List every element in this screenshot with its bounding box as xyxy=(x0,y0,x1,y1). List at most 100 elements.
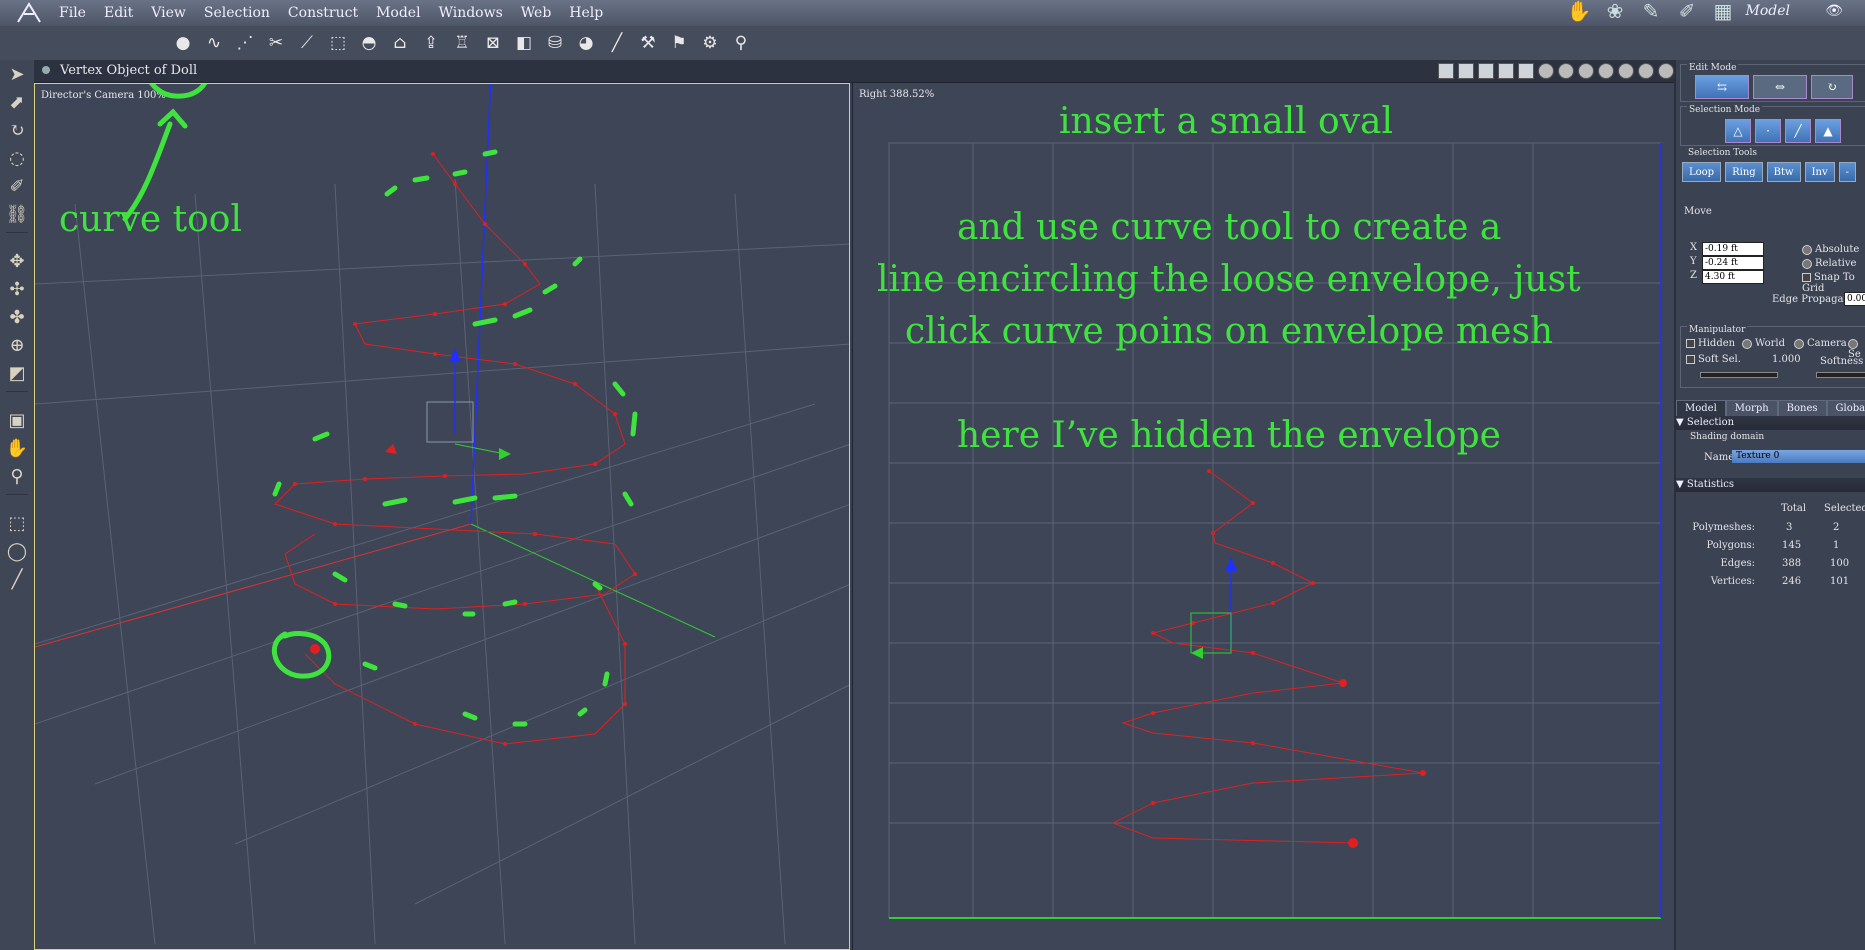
knife-icon[interactable]: ⟋ xyxy=(294,30,320,56)
minus-button[interactable]: - xyxy=(1838,162,1857,182)
layout-four-icon[interactable] xyxy=(1498,63,1514,79)
select-vertex-button[interactable]: · xyxy=(1755,119,1781,143)
display-render-icon[interactable] xyxy=(1658,63,1674,79)
menu-windows[interactable]: Windows xyxy=(430,3,512,23)
world-radio[interactable]: World xyxy=(1742,338,1785,349)
chain-icon[interactable]: ⛓ xyxy=(0,200,34,228)
soft-slider[interactable] xyxy=(1700,372,1778,378)
menu-web[interactable]: Web xyxy=(512,3,561,23)
hidden-checkbox[interactable]: Hidden xyxy=(1686,338,1735,349)
softness-label: Softness xyxy=(1820,356,1864,367)
menu-file[interactable]: File xyxy=(50,3,95,23)
edit-mode-move-button[interactable]: ⇆ xyxy=(1695,75,1749,99)
select-object-button[interactable]: △ xyxy=(1725,119,1751,143)
display-smooth-icon[interactable] xyxy=(1598,63,1614,79)
menu-construct[interactable]: Construct xyxy=(279,3,367,23)
object-icon[interactable]: ◩ xyxy=(0,359,34,387)
scale-cross-icon[interactable]: ✣ xyxy=(0,275,34,303)
fold-icon[interactable]: ⚑ xyxy=(666,30,692,56)
loop-button[interactable]: Loop xyxy=(1682,162,1722,182)
menu-edit[interactable]: Edit xyxy=(95,3,142,23)
bevel-icon[interactable]: ⬚ xyxy=(325,30,351,56)
layout-three-icon[interactable] xyxy=(1478,63,1494,79)
layout-single-icon[interactable] xyxy=(1438,63,1454,79)
softness-slider[interactable] xyxy=(1816,372,1865,378)
tab-morph[interactable]: Morph xyxy=(1725,400,1778,417)
menu-help[interactable]: Help xyxy=(560,3,612,23)
edit-mode-rotate-button[interactable]: ↻ xyxy=(1811,75,1853,99)
lasso-icon[interactable]: ◯ xyxy=(0,537,34,565)
tab-global[interactable]: Global xyxy=(1826,400,1865,417)
room-texture-icon[interactable]: ▦ xyxy=(1709,0,1737,24)
between-button[interactable]: Btw xyxy=(1766,162,1801,182)
rect-select-icon[interactable]: ⬚ xyxy=(0,509,34,537)
sweep-icon[interactable]: ⚙ xyxy=(697,30,723,56)
layout-two-icon[interactable] xyxy=(1458,63,1474,79)
tab-model[interactable]: Model xyxy=(1676,400,1726,417)
paint-select-icon[interactable]: ╱ xyxy=(0,565,34,593)
room-shader-icon[interactable]: ❀ xyxy=(1601,0,1629,24)
point-tool-icon[interactable]: ⋰ xyxy=(232,30,258,56)
selection-section-header[interactable]: ▼ Selection xyxy=(1676,416,1865,430)
relative-radio[interactable]: Relative xyxy=(1802,258,1856,269)
display-texture-icon[interactable] xyxy=(1618,63,1634,79)
weld-icon[interactable]: ⚒ xyxy=(635,30,661,56)
pen-icon[interactable]: ✐ xyxy=(0,172,34,200)
move-cross-icon[interactable]: ✥ xyxy=(0,247,34,275)
statistics-section-header[interactable]: ▼ Statistics xyxy=(1676,478,1865,492)
name-field[interactable]: Texture 0 xyxy=(1732,450,1865,463)
rotate-cross-icon[interactable]: ✤ xyxy=(0,303,34,331)
display-flat-icon[interactable] xyxy=(1578,63,1594,79)
invert-button[interactable]: Inv xyxy=(1804,162,1835,182)
ring-button[interactable]: Ring xyxy=(1725,162,1763,182)
camera-radio[interactable]: Camera xyxy=(1794,338,1847,349)
panel-tabs: Model Morph Bones Global xyxy=(1676,400,1865,417)
select-edge-button[interactable]: ╱ xyxy=(1785,119,1811,143)
zoom-icon[interactable]: ⚲ xyxy=(0,462,34,490)
menu-view[interactable]: View xyxy=(142,3,195,23)
extrude-icon[interactable]: ⇪ xyxy=(418,30,444,56)
room-brush-icon[interactable]: ✐ xyxy=(1673,0,1701,24)
rotate-icon[interactable]: ↻ xyxy=(0,116,34,144)
sphere-primitive-icon[interactable]: ● xyxy=(170,30,196,56)
z-field[interactable]: 4.30 ft xyxy=(1702,270,1764,284)
viewport-menu-icon[interactable] xyxy=(42,66,50,74)
display-wire-icon[interactable] xyxy=(1538,63,1554,79)
menu-model[interactable]: Model xyxy=(367,3,430,23)
bowl-icon[interactable]: ◕ xyxy=(573,30,599,56)
bag-icon[interactable]: ⛁ xyxy=(542,30,568,56)
box-icon[interactable]: ⊠ xyxy=(480,30,506,56)
edge-propagation-field[interactable]: 0.00 xyxy=(1844,292,1865,306)
room-pen-icon[interactable]: ✎ xyxy=(1637,0,1665,24)
eye-icon[interactable]: 👁 xyxy=(1825,3,1843,19)
y-field[interactable]: -0.24 ft xyxy=(1702,256,1764,270)
dome-icon[interactable]: ◓ xyxy=(356,30,382,56)
absolute-radio[interactable]: Absolute xyxy=(1802,244,1859,255)
display-hidden-icon[interactable] xyxy=(1558,63,1574,79)
display-lit-icon[interactable] xyxy=(1638,63,1654,79)
tab-bones[interactable]: Bones xyxy=(1777,400,1827,417)
lathe-icon[interactable]: ⌂ xyxy=(387,30,413,56)
x-field[interactable]: -0.19 ft xyxy=(1702,242,1764,256)
camera-icon[interactable]: ▣ xyxy=(0,406,34,434)
snap-grid-checkbox[interactable]: Snap To Grid xyxy=(1802,272,1865,294)
layout-grid-icon[interactable] xyxy=(1518,63,1534,79)
select-arrow-icon[interactable]: ➤ xyxy=(0,60,34,88)
pan-hand-icon[interactable]: ✋ xyxy=(0,434,34,462)
universal-icon[interactable]: ⊕ xyxy=(0,331,34,359)
room-hand-icon[interactable]: ✋ xyxy=(1565,0,1593,24)
curve-tool-icon[interactable]: ∿ xyxy=(201,30,227,56)
goblet-icon[interactable]: ♖ xyxy=(449,30,475,56)
twist-icon[interactable]: ◌ xyxy=(0,144,34,172)
edit-mode-scale-button[interactable]: ⇔ xyxy=(1753,75,1807,99)
pencil-icon[interactable]: ╱ xyxy=(604,30,630,56)
select-face-button[interactable]: ▲ xyxy=(1815,119,1841,143)
move-arrow-icon[interactable]: ⬈ xyxy=(0,88,34,116)
soft-select-checkbox[interactable]: Soft Sel. xyxy=(1686,354,1741,365)
perspective-viewport[interactable]: Director's Camera 100% curve tool xyxy=(34,83,850,950)
scissors-icon[interactable]: ✂ xyxy=(263,30,289,56)
cube-icon[interactable]: ◧ xyxy=(511,30,537,56)
right-viewport[interactable]: Right 388.52% insert a small oval and us… xyxy=(852,83,1675,950)
menu-selection[interactable]: Selection xyxy=(195,3,279,23)
pin-icon[interactable]: ⚲ xyxy=(728,30,754,56)
